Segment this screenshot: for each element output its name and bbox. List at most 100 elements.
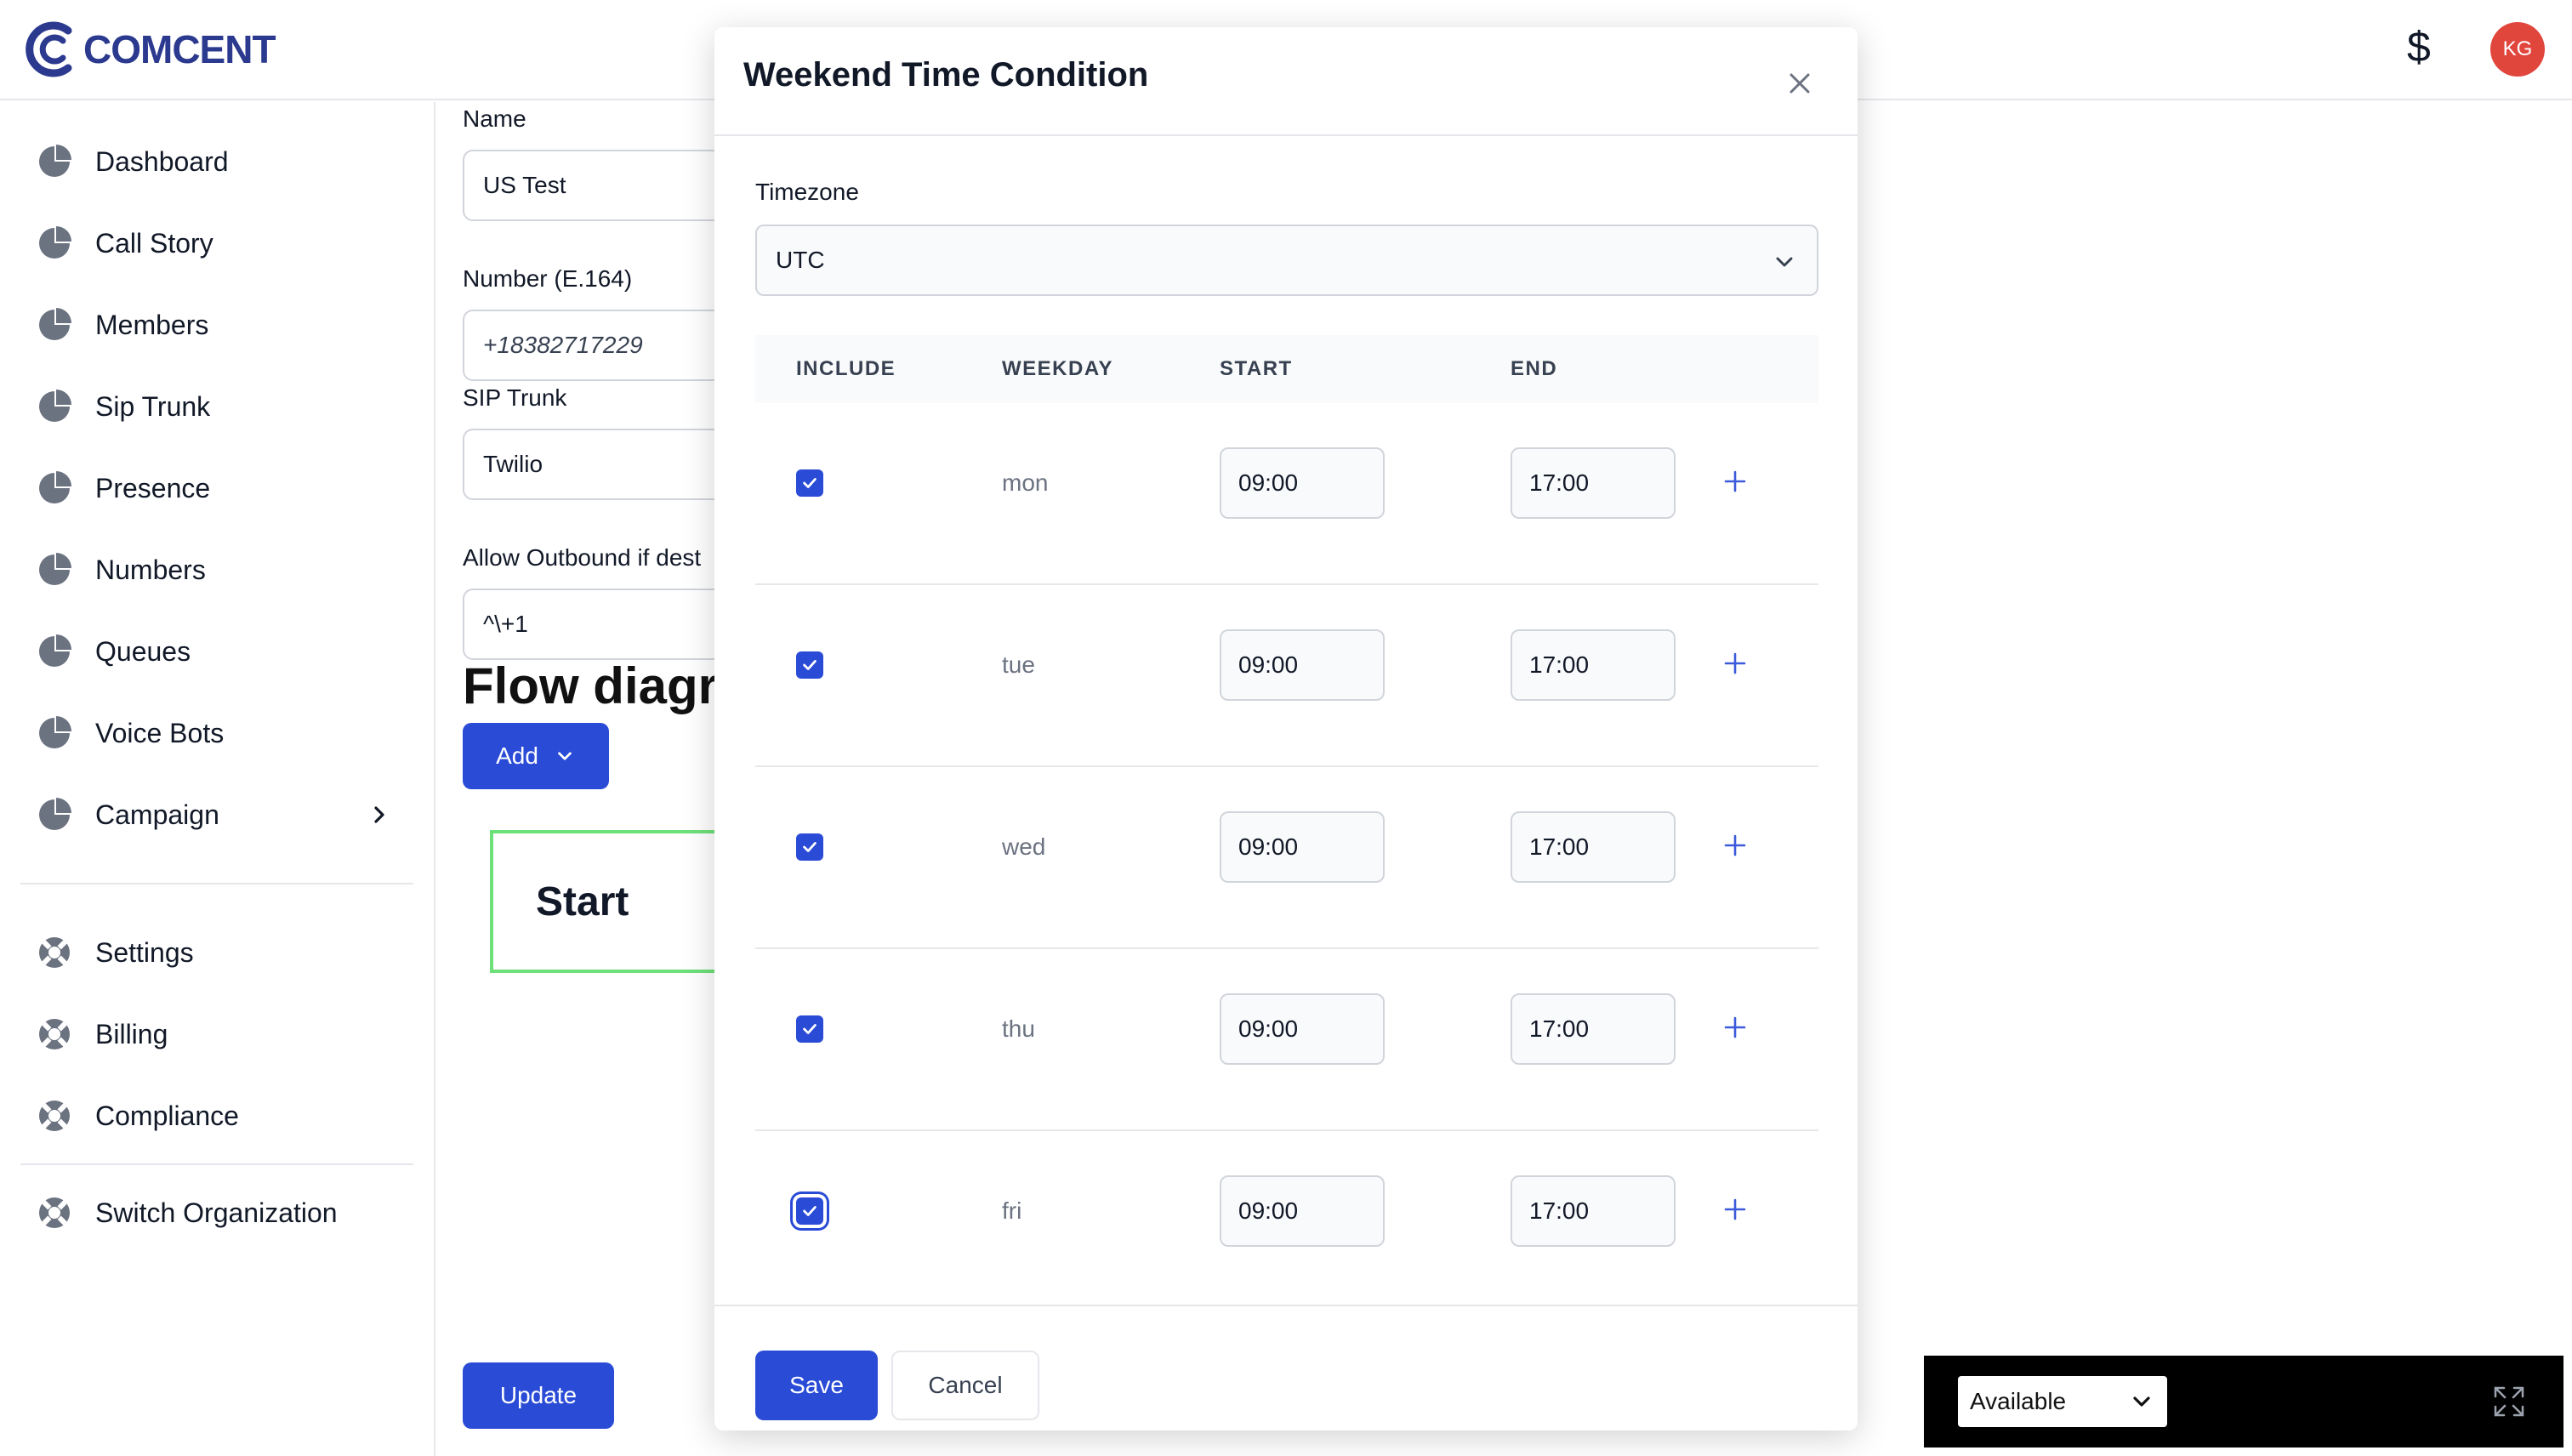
include-checkbox[interactable] <box>796 469 823 497</box>
flow-diagram-title: Flow diagra <box>463 657 747 714</box>
modal-title: Weekend Time Condition <box>743 56 1149 94</box>
sidebar-item-members[interactable]: Members <box>37 299 412 350</box>
sidebar-item-settings[interactable]: Settings <box>37 927 412 978</box>
sidebar-item-compliance[interactable]: Compliance <box>37 1090 412 1141</box>
timezone-select[interactable]: UTC <box>755 225 1818 296</box>
sidebar-item-voice-bots[interactable]: Voice Bots <box>37 708 412 759</box>
pie-chart-icon <box>39 226 71 259</box>
weekday-label: mon <box>1002 469 1049 496</box>
pie-chart-icon <box>39 308 71 340</box>
lifebuoy-icon <box>39 1197 70 1228</box>
sidebar-item-label: Call Story <box>95 227 213 259</box>
plus-icon[interactable] <box>1721 1014 1749 1041</box>
plus-icon[interactable] <box>1721 832 1749 859</box>
sidebar-item-label: Switch Organization <box>95 1197 338 1228</box>
end-time-input[interactable]: 17:00 <box>1511 811 1676 883</box>
end-time-input[interactable]: 17:00 <box>1511 629 1676 701</box>
end-time-input[interactable]: 17:00 <box>1511 993 1676 1065</box>
end-time-input[interactable]: 17:00 <box>1511 1175 1676 1247</box>
user-avatar[interactable]: KG <box>2490 22 2545 77</box>
check-icon <box>803 1206 817 1216</box>
include-checkbox[interactable] <box>796 651 823 679</box>
sidebar-divider <box>20 883 413 884</box>
weekday-label: wed <box>1002 833 1046 860</box>
column-end: END <box>1511 357 1558 380</box>
include-checkbox[interactable] <box>796 833 823 861</box>
plus-icon[interactable] <box>1721 468 1749 495</box>
plus-icon[interactable] <box>1721 650 1749 677</box>
sidebar-item-label: Presence <box>95 472 211 503</box>
column-include: INCLUDE <box>796 357 896 380</box>
start-node-label: Start <box>536 879 629 924</box>
availability-value: Available <box>1970 1388 2067 1414</box>
start-time-input[interactable]: 09:00 <box>1220 993 1385 1065</box>
sip-trunk-label: SIP Trunk <box>463 384 567 411</box>
logo[interactable]: COMCENT <box>26 19 276 80</box>
start-time-input[interactable]: 09:00 <box>1220 447 1385 519</box>
sidebar-divider <box>20 1163 413 1165</box>
weekend-time-condition-modal: Weekend Time Condition Timezone UTC INCL… <box>714 27 1858 1430</box>
expand-icon[interactable] <box>2490 1383 2528 1420</box>
update-button[interactable]: Update <box>463 1362 614 1429</box>
add-dropdown-button[interactable]: Add <box>463 723 609 789</box>
lifebuoy-icon <box>39 937 70 968</box>
weekday-label: fri <box>1002 1197 1022 1224</box>
check-icon <box>803 478 817 488</box>
sidebar-item-call-story[interactable]: Call Story <box>37 218 412 269</box>
pie-chart-icon <box>39 145 71 177</box>
sidebar-item-label: Queues <box>95 635 191 667</box>
billing-dollar-icon[interactable]: $ <box>2407 22 2431 71</box>
sidebar-item-label: Numbers <box>95 554 206 585</box>
plus-icon[interactable] <box>1721 1196 1749 1223</box>
chevron-down-icon <box>1776 257 1793 267</box>
modal-footer: Save Cancel <box>714 1305 1858 1430</box>
logo-mark-icon <box>26 21 72 77</box>
start-time-input[interactable]: 09:00 <box>1220 1175 1385 1247</box>
include-checkbox[interactable] <box>796 1197 823 1225</box>
sidebar-item-presence[interactable]: Presence <box>37 463 412 514</box>
sidebar-item-label: Members <box>95 309 209 340</box>
close-icon[interactable] <box>1781 65 1818 102</box>
sidebar-item-switch-organization[interactable]: Switch Organization <box>37 1187 412 1238</box>
sidebar-item-label: Billing <box>95 1018 168 1049</box>
sidebar-item-billing[interactable]: Billing <box>37 1009 412 1060</box>
pie-chart-icon <box>39 390 71 422</box>
sidebar-item-label: Compliance <box>95 1100 239 1131</box>
sidebar-item-campaign[interactable]: Campaign <box>37 789 412 840</box>
pie-chart-icon <box>39 716 71 748</box>
add-button-label: Add <box>496 742 538 769</box>
number-label: Number (E.164) <box>463 265 633 292</box>
end-time-input[interactable]: 17:00 <box>1511 447 1676 519</box>
chevron-down-icon <box>558 752 572 760</box>
timezone-label: Timezone <box>755 179 859 205</box>
lifebuoy-icon <box>39 1019 70 1049</box>
sidebar: Dashboard Call Story Members Sip Trunk Prese… <box>0 102 435 1456</box>
pie-chart-icon <box>39 798 71 830</box>
column-weekday: WEEKDAY <box>1002 357 1113 380</box>
sidebar-item-sip-trunk[interactable]: Sip Trunk <box>37 381 412 432</box>
schedule-row: wed 09:00 17:00 <box>755 767 1818 949</box>
pie-chart-icon <box>39 471 71 503</box>
save-button[interactable]: Save <box>755 1351 878 1420</box>
schedule-row: tue 09:00 17:00 <box>755 585 1818 767</box>
start-time-input[interactable]: 09:00 <box>1220 811 1385 883</box>
update-button-label: Update <box>499 1382 578 1408</box>
include-checkbox[interactable] <box>796 1015 823 1043</box>
sidebar-item-numbers[interactable]: Numbers <box>37 544 412 595</box>
cancel-button[interactable]: Cancel <box>891 1351 1039 1420</box>
lifebuoy-icon <box>39 1101 70 1131</box>
timezone-value: UTC <box>776 247 825 273</box>
chevron-right-icon <box>374 806 384 823</box>
start-time-input[interactable]: 09:00 <box>1220 629 1385 701</box>
sidebar-item-queues[interactable]: Queues <box>37 626 412 677</box>
sidebar-item-label: Dashboard <box>95 145 229 177</box>
pie-chart-icon <box>39 634 71 667</box>
check-icon <box>803 842 817 852</box>
schedule-row: thu 09:00 17:00 <box>755 949 1818 1131</box>
check-icon <box>803 1024 817 1034</box>
check-icon <box>803 660 817 670</box>
availability-select[interactable]: Available <box>1958 1376 2167 1427</box>
weekday-label: tue <box>1002 651 1035 678</box>
sidebar-item-label: Sip Trunk <box>95 390 211 422</box>
sidebar-item-dashboard[interactable]: Dashboard <box>37 136 412 187</box>
